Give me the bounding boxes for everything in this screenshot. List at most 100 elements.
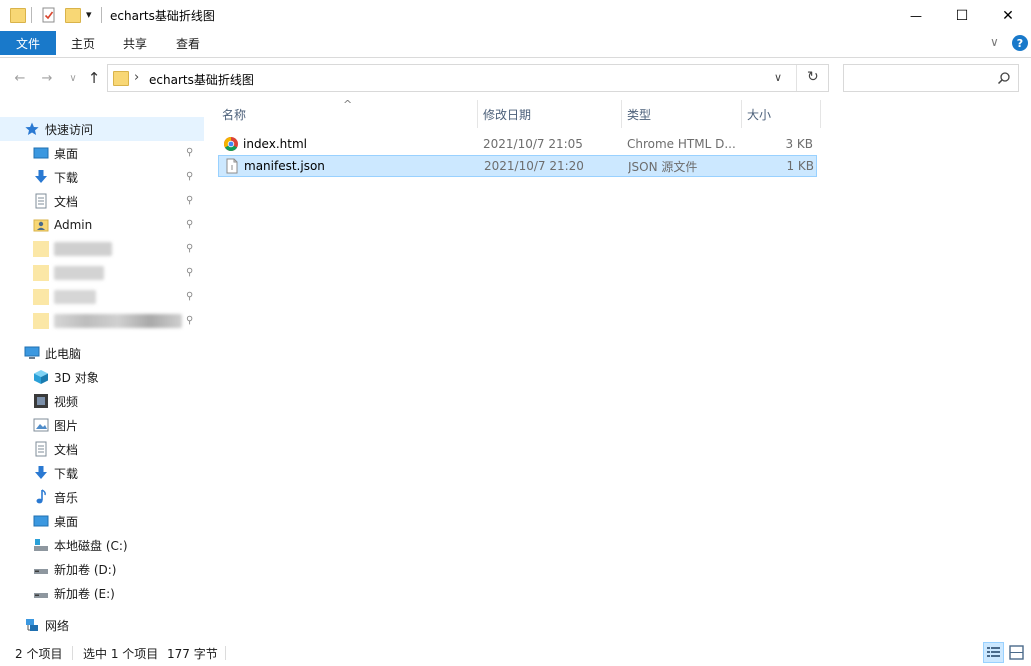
tab-file[interactable]: 文件 <box>0 31 56 55</box>
pin-icon[interactable]: ⚲ <box>186 291 196 303</box>
pin-icon[interactable]: ⚲ <box>186 147 196 159</box>
nav-label: 新加卷 (D:) <box>54 562 117 577</box>
refresh-button[interactable]: ↻ <box>807 69 819 85</box>
status-divider <box>72 646 73 660</box>
tab-home[interactable]: 主页 <box>60 31 106 55</box>
search-input[interactable] <box>843 64 1019 92</box>
file-row-index-html[interactable]: index.html 2021/10/7 21:05 Chrome HTML D… <box>218 134 817 156</box>
recent-locations-button[interactable]: ∨ <box>64 69 82 87</box>
nav-item-redacted[interactable] <box>33 286 96 308</box>
window-title: echarts基础折线图 <box>110 9 215 23</box>
column-header-type[interactable]: 类型 <box>627 100 737 128</box>
address-dropdown-button[interactable]: ∨ <box>774 71 782 84</box>
documents-icon <box>33 193 49 209</box>
nav-label: 音乐 <box>54 490 79 505</box>
search-icon[interactable] <box>997 71 1011 85</box>
new-folder-icon[interactable] <box>65 8 81 23</box>
nav-label: 此电脑 <box>45 346 82 361</box>
properties-icon[interactable] <box>41 7 57 23</box>
nav-network[interactable]: 网络 <box>24 614 69 636</box>
nav-label: 快速访问 <box>45 122 94 137</box>
desktop-icon <box>33 145 49 161</box>
nav-item-pictures[interactable]: 图片 <box>33 414 78 436</box>
up-button[interactable]: ↑ <box>85 69 103 87</box>
folder-icon <box>113 71 129 86</box>
column-header-name[interactable]: 名称 <box>222 100 472 128</box>
help-button[interactable]: ? <box>1012 35 1028 51</box>
system-drive-icon <box>33 537 49 553</box>
column-divider[interactable] <box>621 100 622 128</box>
large-icons-view-button[interactable] <box>1006 642 1027 663</box>
column-divider[interactable] <box>741 100 742 128</box>
breadcrumb-current-folder[interactable]: echarts基础折线图 <box>149 71 254 88</box>
documents-icon <box>33 441 49 457</box>
nav-item-documents[interactable]: 文档 <box>33 190 78 212</box>
navigation-pane: 快速访问 桌面 ⚲ 下载 ⚲ 文档 ⚲ Admin ⚲ ⚲ ⚲ ⚲ ⚲ 此电脑 … <box>0 104 204 640</box>
status-item-count: 2 个项目 <box>15 647 63 661</box>
nav-item-downloads[interactable]: 下载 <box>33 166 78 188</box>
pin-icon[interactable]: ⚲ <box>186 243 196 255</box>
address-divider <box>796 65 797 91</box>
nav-item-music[interactable]: 音乐 <box>33 486 78 508</box>
column-divider[interactable] <box>820 100 821 128</box>
nav-item-downloads[interactable]: 下载 <box>33 462 78 484</box>
pin-icon[interactable]: ⚲ <box>186 219 196 231</box>
pictures-icon <box>33 417 49 433</box>
nav-item-3d-objects[interactable]: 3D 对象 <box>33 366 99 388</box>
nav-label: 桌面 <box>54 514 79 529</box>
file-row-manifest-json[interactable]: manifest.json 2021/10/7 21:20 JSON 源文件 1… <box>218 155 817 177</box>
nav-item-drive-d[interactable]: 新加卷 (D:) <box>33 558 116 580</box>
pin-icon[interactable]: ⚲ <box>186 315 196 327</box>
file-type: Chrome HTML D... <box>627 137 736 151</box>
customize-toolbar-dropdown[interactable]: ▾ <box>86 8 92 21</box>
nav-item-redacted[interactable] <box>33 262 104 284</box>
drive-icon <box>33 585 49 601</box>
nav-item-documents[interactable]: 文档 <box>33 438 78 460</box>
expand-ribbon-button[interactable]: ∨ <box>990 35 1004 51</box>
back-button[interactable]: ← <box>11 69 29 87</box>
file-list: ^ 名称 修改日期 类型 大小 index.html 2021/10/7 21:… <box>204 98 1031 640</box>
maximize-button[interactable]: ☐ <box>939 0 985 31</box>
nav-this-pc[interactable]: 此电脑 <box>24 342 81 364</box>
videos-icon <box>33 393 49 409</box>
close-button[interactable]: ✕ <box>985 0 1031 31</box>
folder-icon <box>10 8 26 23</box>
nav-item-drive-e[interactable]: 新加卷 (E:) <box>33 582 115 604</box>
nav-item-desktop[interactable]: 桌面 <box>33 142 78 164</box>
tab-share[interactable]: 共享 <box>112 31 158 55</box>
address-bar[interactable]: › echarts基础折线图 ∨ ↻ <box>107 64 829 92</box>
nav-label: 新加卷 (E:) <box>54 586 115 601</box>
download-icon <box>33 169 49 185</box>
details-view-button[interactable] <box>983 642 1004 663</box>
pin-icon[interactable]: ⚲ <box>186 171 196 183</box>
file-size: 3 KB <box>785 137 813 151</box>
nav-quick-access[interactable]: 快速访问 <box>24 118 93 140</box>
file-name: manifest.json <box>244 159 325 173</box>
nav-item-redacted[interactable] <box>33 310 182 332</box>
nav-item-admin[interactable]: Admin <box>33 214 92 236</box>
tab-view[interactable]: 查看 <box>165 31 211 55</box>
forward-button[interactable]: → <box>38 69 56 87</box>
title-bar: ▾ echarts基础折线图 — ☐ ✕ <box>0 0 1031 31</box>
breadcrumb-separator[interactable]: › <box>134 70 139 85</box>
star-icon <box>24 121 40 137</box>
nav-item-drive-c[interactable]: 本地磁盘 (C:) <box>33 534 128 556</box>
nav-item-videos[interactable]: 视频 <box>33 390 78 412</box>
minimize-button[interactable]: — <box>893 0 939 31</box>
file-name: index.html <box>243 137 307 151</box>
pin-icon[interactable]: ⚲ <box>186 267 196 279</box>
json-file-icon <box>224 158 240 174</box>
pin-icon[interactable]: ⚲ <box>186 195 196 207</box>
column-header-size[interactable]: 大小 <box>747 100 817 128</box>
nav-item-redacted[interactable] <box>33 238 112 260</box>
file-type: JSON 源文件 <box>628 159 698 174</box>
nav-item-desktop[interactable]: 桌面 <box>33 510 78 532</box>
column-divider[interactable] <box>477 100 478 128</box>
file-size: 1 KB <box>786 159 814 173</box>
status-size: 177 字节 <box>167 647 218 661</box>
toolbar-divider <box>101 7 102 23</box>
redacted-label <box>54 290 96 304</box>
chrome-icon <box>223 136 239 152</box>
nav-label: 下载 <box>54 466 79 481</box>
column-header-date[interactable]: 修改日期 <box>483 100 613 128</box>
